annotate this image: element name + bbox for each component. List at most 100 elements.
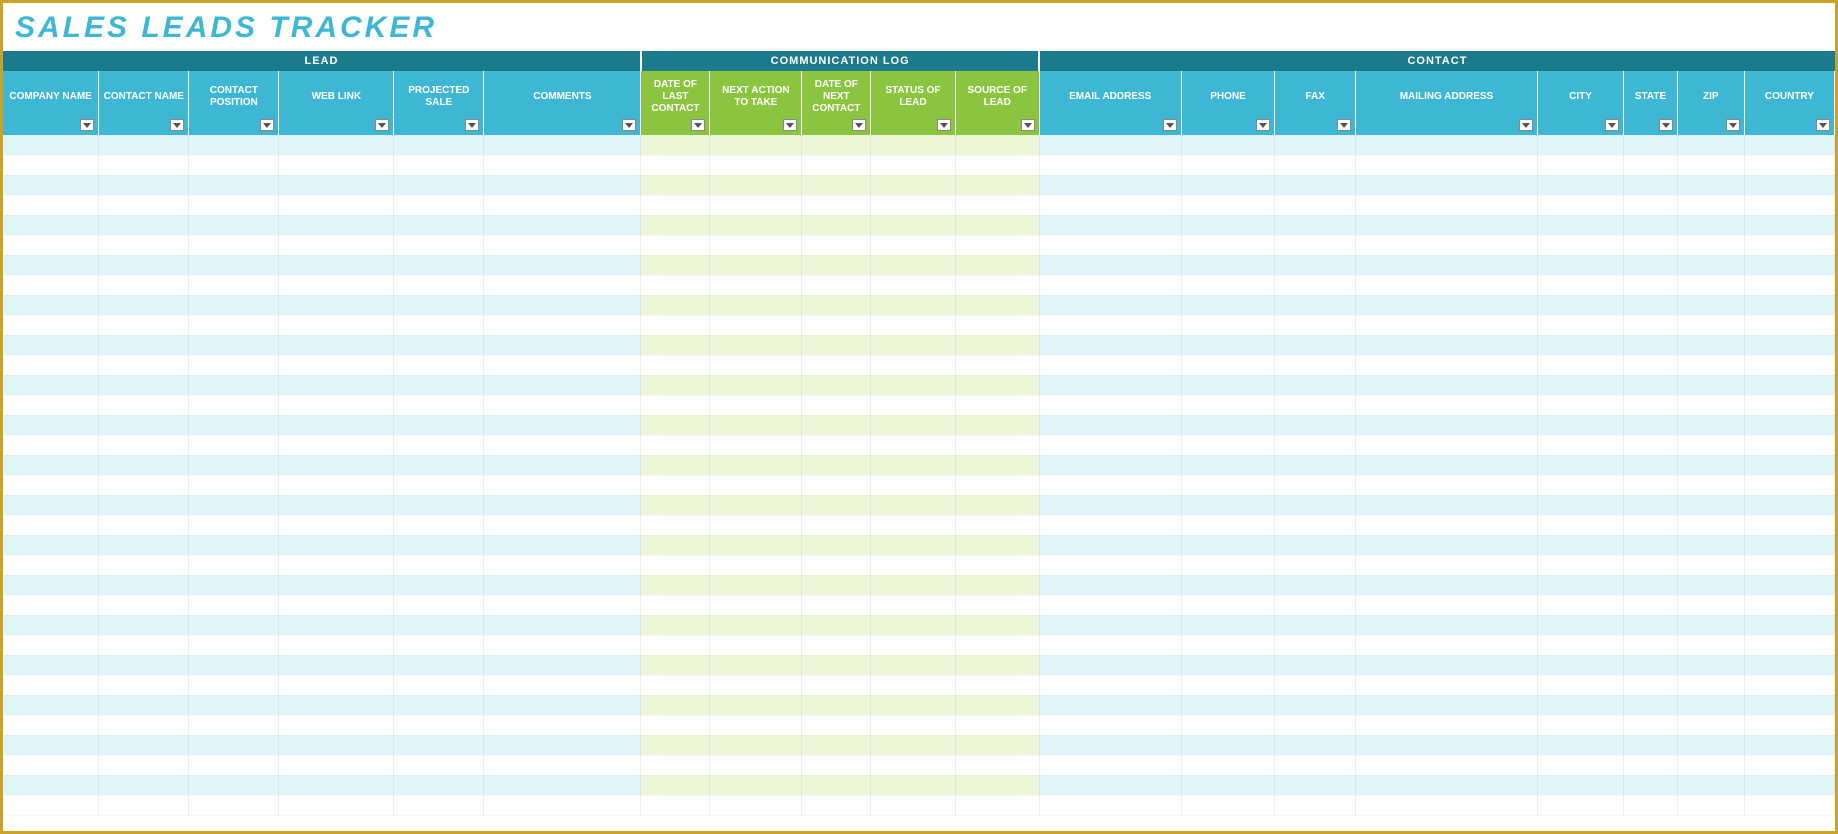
cell[interactable] — [710, 435, 802, 455]
cell[interactable] — [1355, 795, 1537, 815]
cell[interactable] — [3, 575, 99, 595]
cell[interactable] — [3, 715, 99, 735]
cell[interactable] — [1275, 715, 1355, 735]
cell[interactable] — [641, 735, 710, 755]
cell[interactable] — [3, 335, 99, 355]
cell[interactable] — [189, 695, 279, 715]
cell[interactable] — [1355, 175, 1537, 195]
cell[interactable] — [641, 455, 710, 475]
cell[interactable] — [802, 635, 871, 655]
cell[interactable] — [484, 735, 641, 755]
cell[interactable] — [1181, 195, 1275, 215]
cell[interactable] — [955, 455, 1039, 475]
cell[interactable] — [3, 195, 99, 215]
cell[interactable] — [1039, 275, 1181, 295]
cell[interactable] — [1355, 695, 1537, 715]
cell[interactable] — [1537, 335, 1623, 355]
cell[interactable] — [279, 295, 394, 315]
cell[interactable] — [871, 615, 955, 635]
cell[interactable] — [802, 195, 871, 215]
cell[interactable] — [1744, 755, 1834, 775]
cell[interactable] — [279, 195, 394, 215]
cell[interactable] — [189, 495, 279, 515]
cell[interactable] — [871, 735, 955, 755]
cell[interactable] — [1181, 375, 1275, 395]
filter-dropdown-icon[interactable] — [691, 119, 705, 131]
cell[interactable] — [641, 695, 710, 715]
cell[interactable] — [1537, 655, 1623, 675]
cell[interactable] — [871, 475, 955, 495]
cell[interactable] — [189, 175, 279, 195]
cell[interactable] — [710, 295, 802, 315]
cell[interactable] — [871, 655, 955, 675]
cell[interactable] — [3, 555, 99, 575]
cell[interactable] — [1624, 755, 1678, 775]
cell[interactable] — [1744, 335, 1834, 355]
cell[interactable] — [394, 275, 484, 295]
cell[interactable] — [710, 535, 802, 555]
cell[interactable] — [1677, 635, 1744, 655]
cell[interactable] — [1744, 435, 1834, 455]
cell[interactable] — [1039, 435, 1181, 455]
cell[interactable] — [189, 335, 279, 355]
cell[interactable] — [394, 195, 484, 215]
cell[interactable] — [1624, 635, 1678, 655]
cell[interactable] — [99, 495, 189, 515]
cell[interactable] — [99, 315, 189, 335]
cell[interactable] — [1744, 715, 1834, 735]
cell[interactable] — [955, 775, 1039, 795]
cell[interactable] — [394, 635, 484, 655]
cell[interactable] — [394, 355, 484, 375]
cell[interactable] — [1355, 355, 1537, 375]
cell[interactable] — [1537, 315, 1623, 335]
cell[interactable] — [1744, 695, 1834, 715]
cell[interactable] — [802, 735, 871, 755]
cell[interactable] — [1624, 275, 1678, 295]
cell[interactable] — [955, 695, 1039, 715]
cell[interactable] — [1744, 275, 1834, 295]
cell[interactable] — [710, 235, 802, 255]
cell[interactable] — [484, 215, 641, 235]
cell[interactable] — [641, 255, 710, 275]
cell[interactable] — [802, 235, 871, 255]
cell[interactable] — [3, 435, 99, 455]
cell[interactable] — [1624, 555, 1678, 575]
cell[interactable] — [871, 315, 955, 335]
cell[interactable] — [1355, 555, 1537, 575]
cell[interactable] — [1181, 535, 1275, 555]
cell[interactable] — [1677, 255, 1744, 275]
cell[interactable] — [1181, 475, 1275, 495]
cell[interactable] — [1624, 615, 1678, 635]
cell[interactable] — [3, 695, 99, 715]
cell[interactable] — [802, 555, 871, 575]
cell[interactable] — [641, 295, 710, 315]
cell[interactable] — [99, 575, 189, 595]
cell[interactable] — [1181, 715, 1275, 735]
cell[interactable] — [710, 615, 802, 635]
cell[interactable] — [1624, 155, 1678, 175]
cell[interactable] — [189, 515, 279, 535]
cell[interactable] — [394, 595, 484, 615]
cell[interactable] — [394, 135, 484, 155]
cell[interactable] — [710, 795, 802, 815]
cell[interactable] — [1677, 155, 1744, 175]
cell[interactable] — [1624, 235, 1678, 255]
cell[interactable] — [802, 515, 871, 535]
cell[interactable] — [1275, 535, 1355, 555]
cell[interactable] — [1537, 755, 1623, 775]
cell[interactable] — [1275, 315, 1355, 335]
cell[interactable] — [99, 275, 189, 295]
cell[interactable] — [1355, 395, 1537, 415]
cell[interactable] — [1744, 195, 1834, 215]
cell[interactable] — [1355, 255, 1537, 275]
cell[interactable] — [1181, 395, 1275, 415]
cell[interactable] — [1355, 515, 1537, 535]
cell[interactable] — [1355, 435, 1537, 455]
cell[interactable] — [1624, 515, 1678, 535]
cell[interactable] — [3, 255, 99, 275]
cell[interactable] — [1275, 415, 1355, 435]
filter-dropdown-icon[interactable] — [1605, 119, 1619, 131]
cell[interactable] — [641, 675, 710, 695]
cell[interactable] — [1039, 675, 1181, 695]
cell[interactable] — [279, 255, 394, 275]
